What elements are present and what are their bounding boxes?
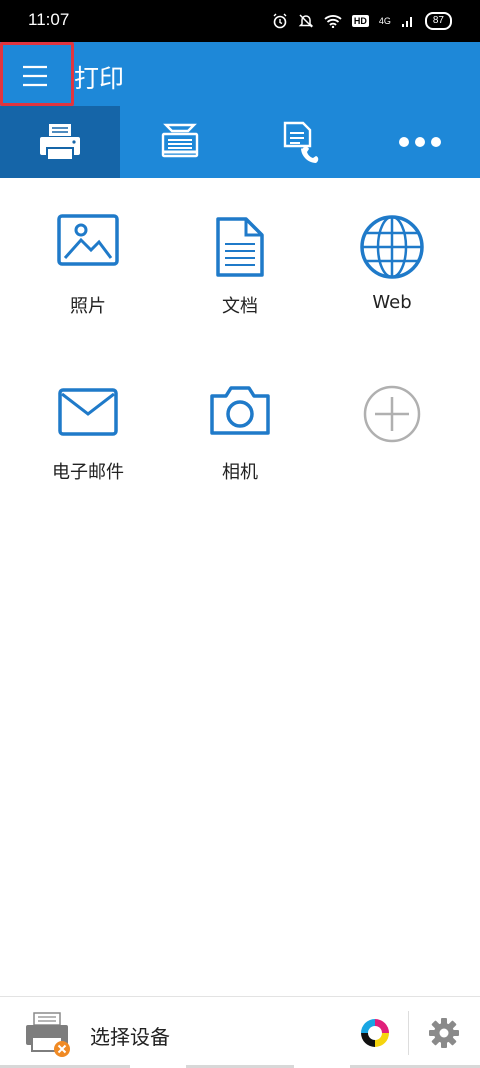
page-title: 打印 [74,64,125,93]
device-bar: 选择设备 [0,996,480,1068]
document-icon [216,217,264,277]
battery-indicator: 87 [424,12,452,30]
tile-photos-label: 照片 [70,296,106,317]
status-time: 11:07 [28,10,70,29]
tab-fax[interactable] [240,106,360,178]
tab-scan[interactable] [120,106,240,178]
printer-icon [40,124,80,161]
tile-camera[interactable]: 相机 [160,384,320,534]
tab-more[interactable] [360,106,480,178]
signal-icon [401,17,412,27]
email-icon [58,388,118,436]
tile-document-label: 文档 [222,296,258,317]
printer-error-icon [26,1012,70,1057]
select-device-label[interactable]: 选择设备 [90,1021,170,1050]
tile-document[interactable]: 文档 [160,216,320,366]
tab-bar [0,106,480,178]
fax-icon [283,121,319,163]
hd-badge: HD [351,15,369,27]
photo-icon [57,214,119,266]
network-type: 4G [378,16,391,26]
tab-print[interactable] [0,106,120,178]
select-device-button[interactable] [24,1011,74,1063]
alarm-icon [273,13,287,29]
tile-web-label: Web [372,292,412,313]
more-icon [399,137,441,147]
bottom-divider [408,1011,409,1055]
tile-web[interactable]: Web [312,214,472,364]
ink-levels-button[interactable] [360,1018,390,1052]
status-icons: HD 4G 87 [272,10,452,32]
tile-camera-label: 相机 [222,462,258,483]
tile-email[interactable]: 电子邮件 [8,388,168,538]
status-bar: 11:07 HD 4G 87 [0,0,480,42]
hamburger-icon [23,65,47,87]
wifi-icon [324,15,342,28]
ink-levels-icon [361,1019,389,1047]
app-bar: 打印 [0,42,480,106]
globe-icon [360,215,424,279]
mute-icon [298,14,314,28]
tile-add[interactable] [312,384,472,534]
gear-icon [429,1018,459,1048]
add-icon [363,385,421,443]
settings-button[interactable] [428,1017,460,1053]
menu-button[interactable] [0,42,74,106]
scanner-icon [161,123,199,158]
camera-icon [210,386,270,435]
tile-email-label: 电子邮件 [52,462,124,483]
tile-photos[interactable]: 照片 [8,214,168,364]
